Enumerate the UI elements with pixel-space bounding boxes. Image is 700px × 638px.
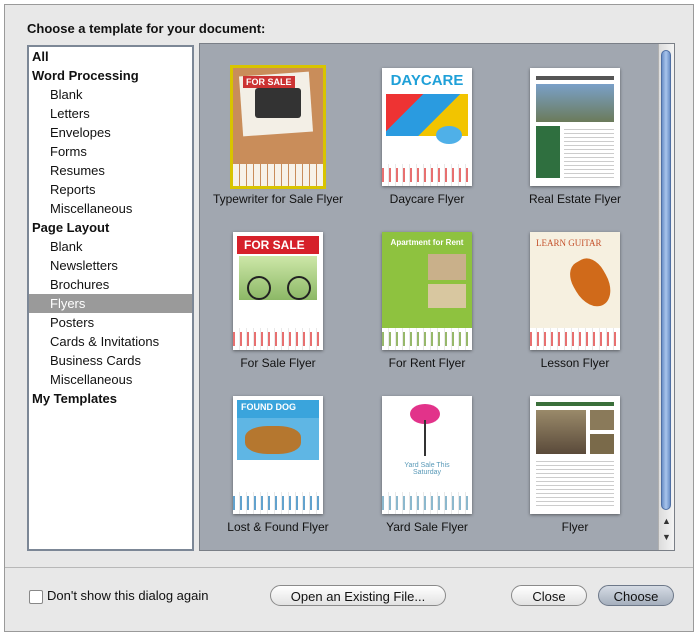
sidebar-item-blank[interactable]: Blank — [29, 85, 192, 104]
template-thumbnail[interactable]: DAYCARE — [382, 68, 472, 186]
template-label[interactable]: Typewriter for Sale Flyer — [203, 192, 353, 206]
template-thumbnail[interactable]: LEARN GUITAR — [530, 232, 620, 350]
template-label[interactable]: Real Estate Flyer — [500, 192, 650, 206]
dont-show-checkbox[interactable] — [29, 590, 43, 604]
template-label[interactable]: Lost & Found Flyer — [203, 520, 353, 534]
sidebar-item-brochures[interactable]: Brochures — [29, 275, 192, 294]
template-item[interactable]: FOR SALE For Sale Flyer — [203, 232, 353, 370]
template-thumbnail[interactable]: FOR SALE — [233, 232, 323, 350]
template-grid: ▲ ▼ FOR SALE Typewriter for Sale Flyer DAY… — [199, 43, 675, 551]
sidebar-item-business-cards[interactable]: Business Cards — [29, 351, 192, 370]
sidebar-item-resumes[interactable]: Resumes — [29, 161, 192, 180]
template-thumbnail[interactable] — [530, 396, 620, 514]
template-chooser-dialog: Choose a template for your document: All… — [4, 4, 694, 632]
template-thumbnail[interactable]: Apartment for Rent — [382, 232, 472, 350]
template-item[interactable]: LEARN GUITAR Lesson Flyer — [500, 232, 650, 370]
thumb-tag: FOR SALE — [244, 238, 305, 252]
thumb-title: Yard Sale This Saturday — [404, 462, 450, 476]
footer-divider — [5, 567, 693, 568]
sidebar-item-my-templates[interactable]: My Templates — [29, 389, 192, 408]
category-list[interactable]: All Word Processing Blank Letters Envelopes F… — [27, 45, 194, 551]
template-item[interactable]: Flyer — [500, 396, 650, 534]
template-thumbnail[interactable] — [530, 68, 620, 186]
sidebar-item-page-layout[interactable]: Page Layout — [29, 218, 192, 237]
template-label[interactable]: Flyer — [500, 520, 650, 534]
template-label[interactable]: For Rent Flyer — [352, 356, 502, 370]
scroll-up-arrow-icon[interactable]: ▲ — [659, 514, 674, 528]
template-thumbnail[interactable]: FOR SALE — [230, 65, 326, 189]
thumb-title: Apartment for Rent — [390, 238, 464, 247]
sidebar-item-newsletters[interactable]: Newsletters — [29, 256, 192, 275]
thumb-tag: FOR SALE — [243, 76, 295, 88]
dont-show-label[interactable]: Don't show this dialog again — [47, 588, 208, 603]
scroll-down-arrow-icon[interactable]: ▼ — [659, 530, 674, 544]
template-label[interactable]: Lesson Flyer — [500, 356, 650, 370]
sidebar-item-miscellaneous[interactable]: Miscellaneous — [29, 199, 192, 218]
scroll-thumb[interactable] — [661, 50, 671, 510]
template-thumbnail[interactable]: FOUND DOG — [233, 396, 323, 514]
sidebar-item-miscellaneous[interactable]: Miscellaneous — [29, 370, 192, 389]
template-item[interactable]: FOUND DOG Lost & Found Flyer — [203, 396, 353, 534]
sidebar-item-letters[interactable]: Letters — [29, 104, 192, 123]
vertical-scrollbar[interactable]: ▲ ▼ — [658, 44, 674, 550]
sidebar-item-forms[interactable]: Forms — [29, 142, 192, 161]
sidebar-item-reports[interactable]: Reports — [29, 180, 192, 199]
template-label[interactable]: Daycare Flyer — [352, 192, 502, 206]
template-item[interactable]: Real Estate Flyer — [500, 68, 650, 206]
thumb-title: DAYCARE — [390, 72, 464, 89]
open-existing-file-button[interactable]: Open an Existing File... — [270, 585, 446, 606]
template-item[interactable]: FOR SALE Typewriter for Sale Flyer — [203, 65, 353, 206]
template-item[interactable]: Yard Sale This Saturday Yard Sale Flyer — [352, 396, 502, 534]
sidebar-item-blank[interactable]: Blank — [29, 237, 192, 256]
sidebar-item-word-processing[interactable]: Word Processing — [29, 66, 192, 85]
sidebar-item-posters[interactable]: Posters — [29, 313, 192, 332]
template-label[interactable]: Yard Sale Flyer — [352, 520, 502, 534]
template-thumbnail[interactable]: Yard Sale This Saturday — [382, 396, 472, 514]
template-item[interactable]: Apartment for Rent For Rent Flyer — [352, 232, 502, 370]
thumb-title: LEARN GUITAR — [536, 238, 602, 248]
sidebar-item-flyers[interactable]: Flyers — [29, 294, 192, 313]
sidebar-item-cards-invitations[interactable]: Cards & Invitations — [29, 332, 192, 351]
sidebar-item-all[interactable]: All — [29, 47, 192, 66]
template-label[interactable]: For Sale Flyer — [203, 356, 353, 370]
close-button[interactable]: Close — [511, 585, 587, 606]
template-item[interactable]: DAYCARE Daycare Flyer — [352, 68, 502, 206]
thumb-title: FOUND DOG — [241, 402, 296, 412]
dialog-prompt: Choose a template for your document: — [27, 21, 266, 36]
choose-button[interactable]: Choose — [598, 585, 674, 606]
sidebar-item-envelopes[interactable]: Envelopes — [29, 123, 192, 142]
